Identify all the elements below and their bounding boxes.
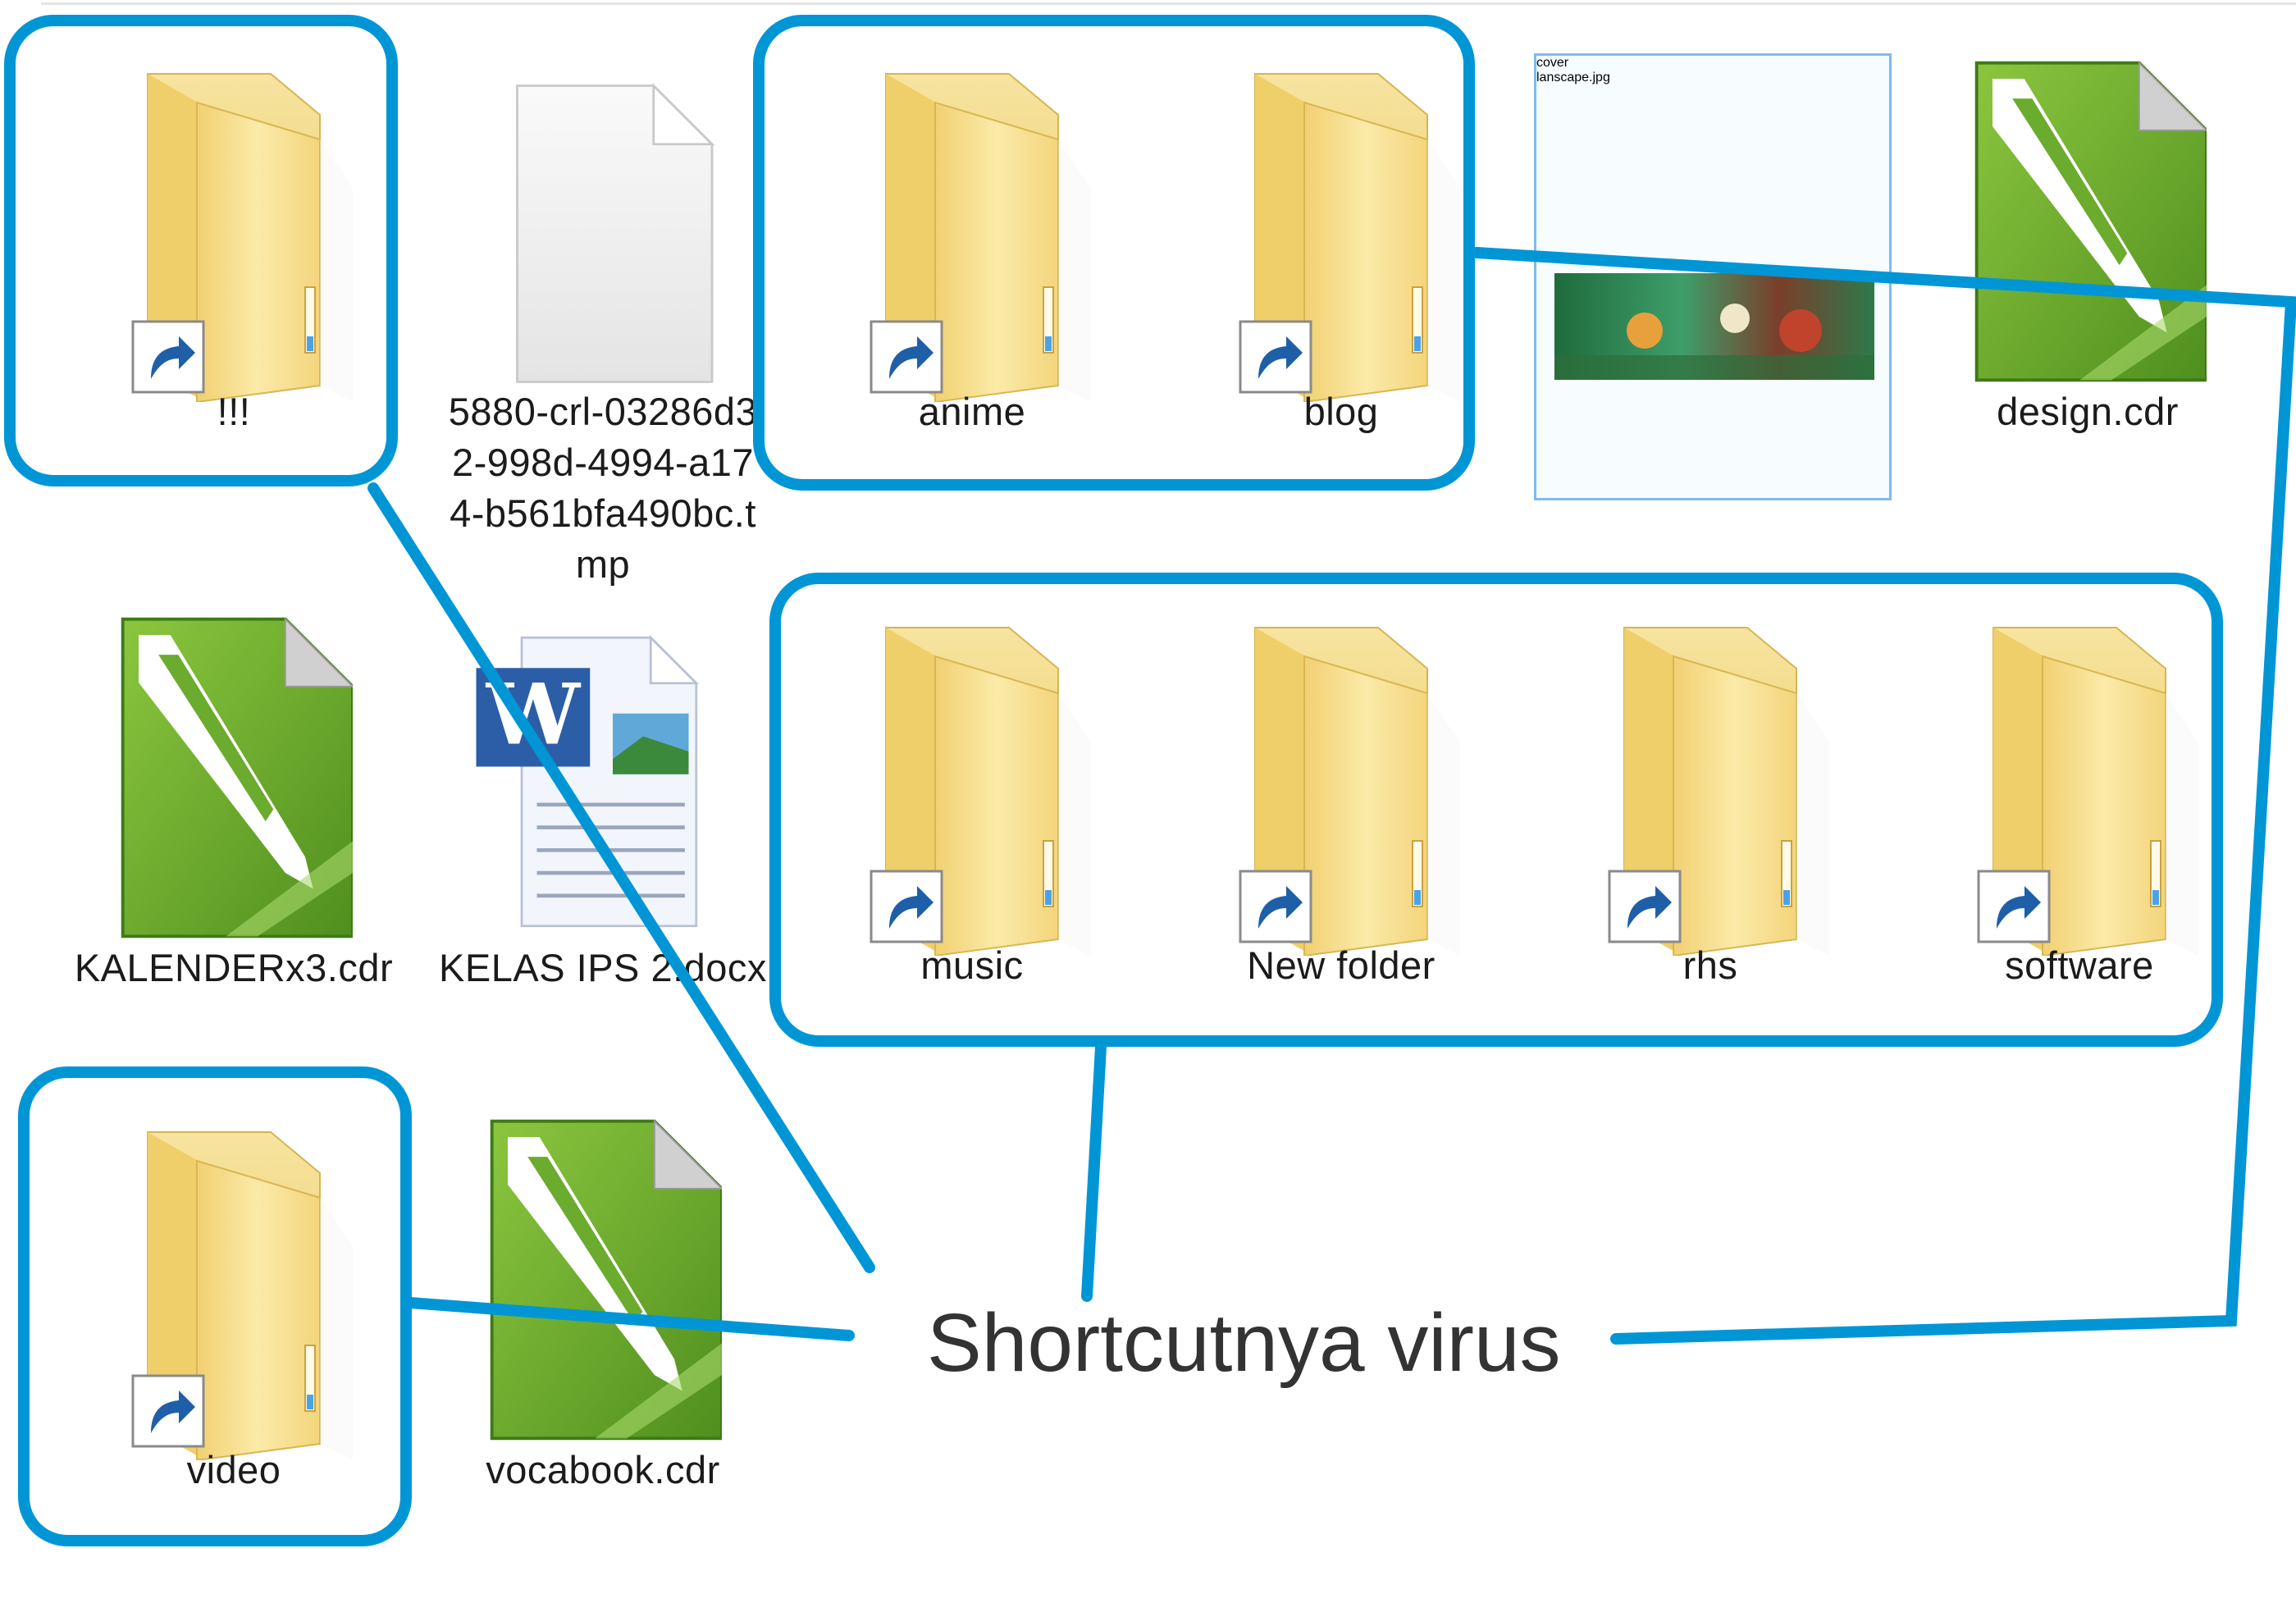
- annotation-label: Shortcutnya virus: [927, 1297, 1561, 1389]
